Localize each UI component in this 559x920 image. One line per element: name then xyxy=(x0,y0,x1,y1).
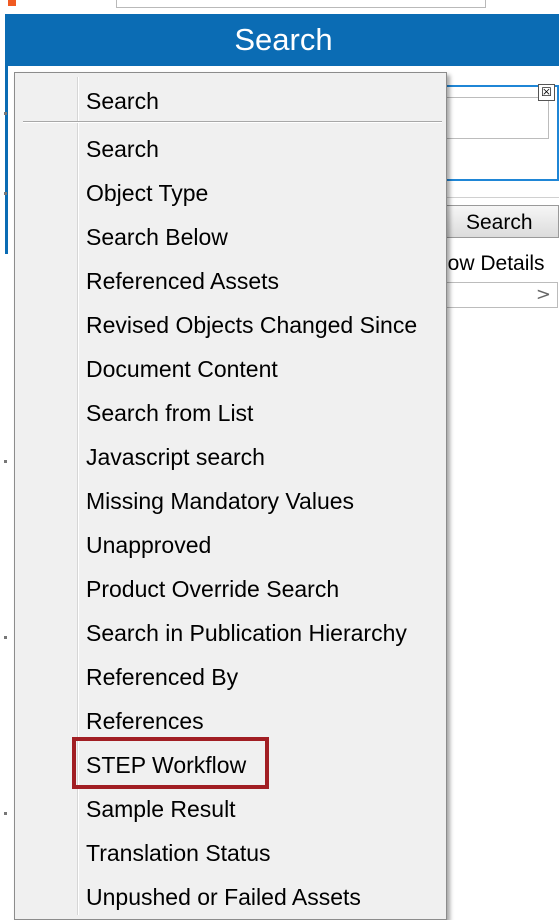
divider xyxy=(430,197,559,198)
menu-item-unapproved[interactable]: Unapproved xyxy=(86,527,211,563)
search-button[interactable]: Search xyxy=(440,205,559,238)
close-icon[interactable]: ☒ xyxy=(538,84,555,101)
search-panel-header: Search xyxy=(8,14,559,66)
step-workflow-highlight-box xyxy=(72,737,269,789)
search-type-dropdown-menu: Search Search Object Type Search Below R… xyxy=(14,72,447,920)
menu-gutter-highlight xyxy=(78,77,79,915)
edge-tick xyxy=(4,460,7,463)
edge-tick xyxy=(4,812,7,815)
menu-item-referenced-by[interactable]: Referenced By xyxy=(86,659,238,695)
edge-tick xyxy=(4,192,7,195)
show-details-label[interactable]: how Details xyxy=(436,250,559,278)
search-text-input[interactable] xyxy=(430,97,549,139)
app-logo-mark xyxy=(8,0,16,6)
menu-item-search-below[interactable]: Search Below xyxy=(86,219,228,255)
menu-item-product-override-search[interactable]: Product Override Search xyxy=(86,571,339,607)
menu-item-javascript-search[interactable]: Javascript search xyxy=(86,439,265,475)
menu-item-translation-status[interactable]: Translation Status xyxy=(86,835,271,871)
menu-item-object-type[interactable]: Object Type xyxy=(86,175,208,211)
menu-item-document-content[interactable]: Document Content xyxy=(86,351,278,387)
menu-item-missing-mandatory-values[interactable]: Missing Mandatory Values xyxy=(86,483,354,519)
results-combo[interactable]: > xyxy=(430,282,558,308)
top-field[interactable] xyxy=(116,0,486,8)
edge-tick xyxy=(4,112,7,115)
menu-separator-highlight xyxy=(23,122,442,123)
panel-title: Search xyxy=(234,22,333,57)
menu-item-sample-result[interactable]: Sample Result xyxy=(86,791,236,827)
menu-item-search[interactable]: Search xyxy=(86,131,159,167)
edge-tick xyxy=(4,636,7,639)
menu-item-referenced-assets[interactable]: Referenced Assets xyxy=(86,263,279,299)
menu-item-unpushed-or-failed-assets[interactable]: Unpushed or Failed Assets xyxy=(86,879,361,915)
chevron-right-icon[interactable]: > xyxy=(536,283,551,307)
menu-item-revised-objects[interactable]: Revised Objects Changed Since xyxy=(86,307,417,343)
menu-header-item[interactable]: Search xyxy=(86,83,159,119)
menu-item-references[interactable]: References xyxy=(86,703,204,739)
menu-item-search-from-list[interactable]: Search from List xyxy=(86,395,253,431)
menu-item-search-in-publication-hierarchy[interactable]: Search in Publication Hierarchy xyxy=(86,615,407,651)
